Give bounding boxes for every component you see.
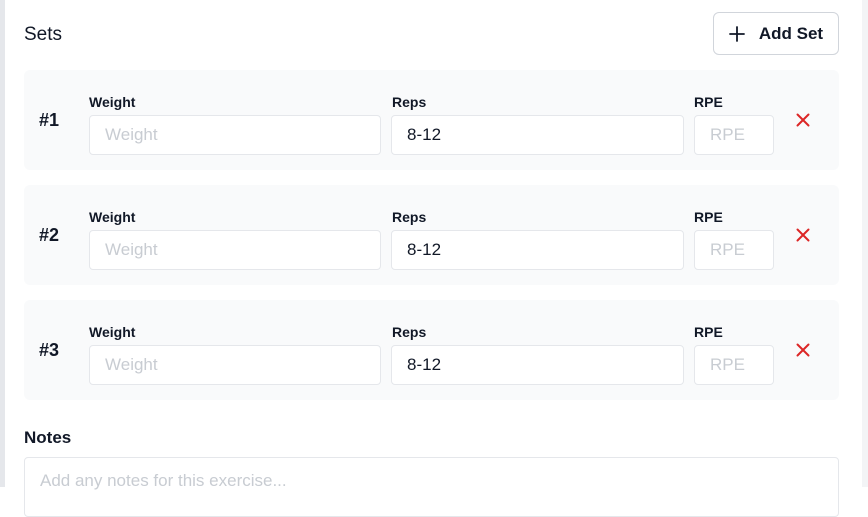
add-set-button[interactable]: Add Set [713, 12, 839, 55]
weight-label: Weight [89, 209, 136, 225]
reps-label: Reps [392, 324, 427, 340]
weight-label: Weight [89, 324, 136, 340]
set-number: #3 [39, 340, 60, 360]
rpe-label: RPE [694, 324, 723, 340]
weight-label: Weight [89, 94, 136, 110]
close-icon [796, 228, 810, 242]
set-number: #1 [39, 110, 60, 130]
reps-input[interactable] [391, 115, 684, 155]
rpe-label: RPE [694, 94, 723, 110]
notes-label: Notes [24, 428, 72, 447]
reps-input[interactable] [391, 230, 684, 270]
close-icon [796, 113, 810, 127]
add-set-label: Add Set [758, 23, 824, 43]
exercise-sets-panel: Sets Add Set #1 Weight Reps RPE #2 Weigh… [24, 0, 839, 517]
close-icon [796, 343, 810, 357]
notes-input[interactable] [24, 457, 839, 517]
weight-input[interactable] [89, 345, 381, 385]
left-rail [0, 0, 5, 487]
sets-title: Sets [24, 24, 63, 45]
reps-input[interactable] [391, 345, 684, 385]
set-row: #1 Weight Reps RPE [24, 70, 839, 170]
remove-set-button[interactable] [794, 341, 812, 359]
reps-label: Reps [392, 94, 427, 110]
rpe-input[interactable] [694, 230, 774, 270]
set-row: #2 Weight Reps RPE [24, 185, 839, 285]
rpe-input[interactable] [694, 115, 774, 155]
rpe-label: RPE [694, 209, 723, 225]
weight-input[interactable] [89, 230, 381, 270]
scrollbar-track[interactable] [862, 0, 868, 487]
plus-icon [728, 25, 745, 42]
rpe-input[interactable] [694, 345, 774, 385]
set-row: #3 Weight Reps RPE [24, 300, 839, 400]
set-number: #2 [39, 225, 60, 245]
remove-set-button[interactable] [794, 226, 812, 244]
remove-set-button[interactable] [794, 111, 812, 129]
sets-header: Sets Add Set [24, 0, 839, 70]
weight-input[interactable] [89, 115, 381, 155]
reps-label: Reps [392, 209, 427, 225]
